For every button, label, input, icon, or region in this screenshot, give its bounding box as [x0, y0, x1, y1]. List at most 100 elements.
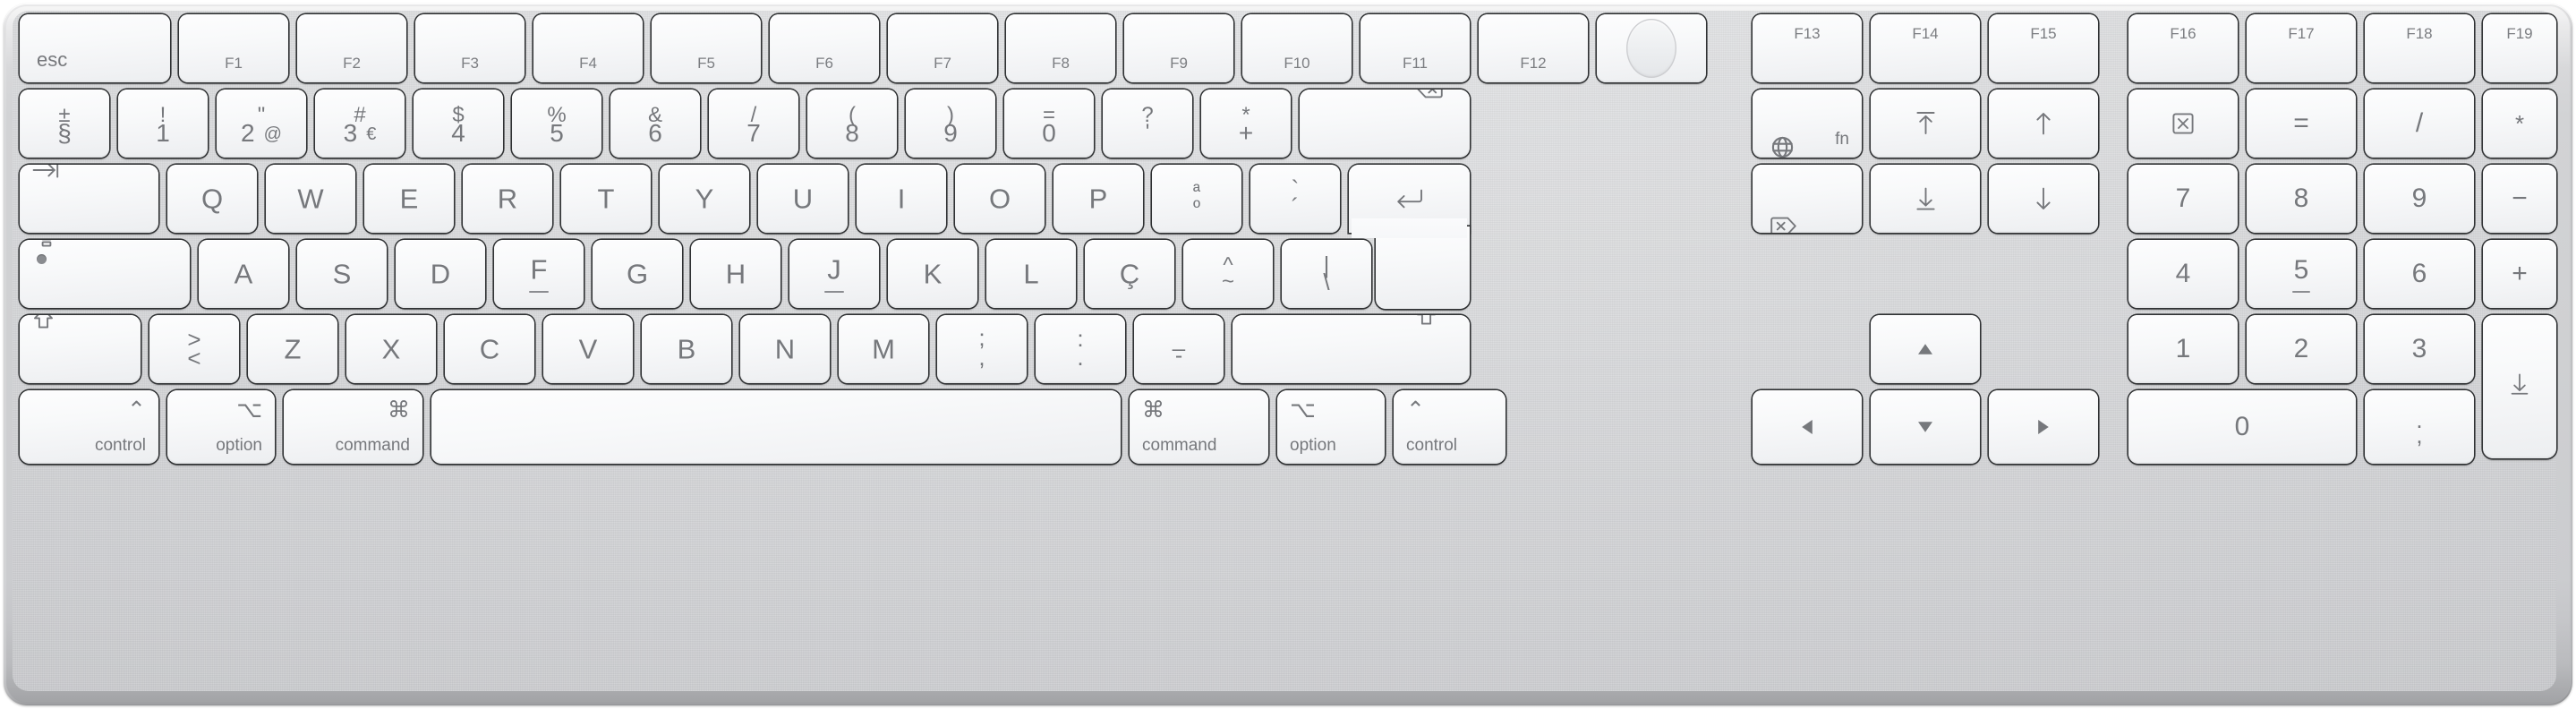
key-arrow-left[interactable]	[1753, 390, 1862, 464]
key-j[interactable]: J	[789, 240, 879, 308]
key-num-clear[interactable]	[2128, 90, 2238, 158]
key-return-bottom[interactable]	[1376, 226, 1470, 309]
key-num-enter[interactable]	[2483, 315, 2556, 458]
key-space[interactable]	[431, 390, 1121, 464]
key-num-6[interactable]: 6	[2365, 240, 2474, 308]
key-y[interactable]: Y	[660, 165, 749, 233]
key-h[interactable]: H	[691, 240, 780, 308]
key-f7[interactable]: F7	[888, 14, 997, 82]
key-fn-globe[interactable]: fn	[1753, 90, 1862, 158]
key-num-7[interactable]: 7	[2128, 165, 2238, 233]
key-num-divide[interactable]: /	[2365, 90, 2474, 158]
key-u[interactable]: U	[758, 165, 848, 233]
key-m[interactable]: M	[839, 315, 928, 383]
key-c[interactable]: C	[445, 315, 534, 383]
key-a[interactable]: A	[199, 240, 288, 308]
key-colon[interactable]: : .	[1036, 315, 1125, 383]
key-o[interactable]: O	[955, 165, 1045, 233]
key-f15[interactable]: F15	[1989, 14, 2098, 82]
key-question[interactable]: ? '	[1103, 90, 1192, 158]
key-control-right[interactable]: ⌃ control	[1394, 390, 1506, 464]
key-num-multiply[interactable]: *	[2483, 90, 2556, 158]
key-t[interactable]: T	[561, 165, 651, 233]
key-digit-3[interactable]: # 3 €	[315, 90, 405, 158]
key-arrow-right[interactable]	[1989, 390, 2098, 464]
key-grave-acute[interactable]: ` ´	[1250, 165, 1340, 233]
key-page-down[interactable]	[1989, 165, 2098, 233]
key-f1[interactable]: F1	[179, 14, 288, 82]
key-semicolon[interactable]: ; ,	[937, 315, 1027, 383]
key-delete[interactable]	[1300, 90, 1470, 158]
key-home[interactable]	[1871, 90, 1980, 158]
key-f5[interactable]: F5	[652, 14, 761, 82]
key-f14[interactable]: F14	[1871, 14, 1980, 82]
key-plus[interactable]: * +	[1201, 90, 1291, 158]
key-r[interactable]: R	[463, 165, 552, 233]
key-l[interactable]: L	[986, 240, 1076, 308]
key-f18[interactable]: F18	[2365, 14, 2474, 82]
key-f9[interactable]: F9	[1124, 14, 1233, 82]
key-f16[interactable]: F16	[2128, 14, 2238, 82]
key-digit-9[interactable]: ) 9	[906, 90, 995, 158]
key-s[interactable]: S	[297, 240, 387, 308]
key-k[interactable]: K	[888, 240, 977, 308]
key-f[interactable]: F	[494, 240, 584, 308]
key-num-minus[interactable]: −	[2483, 165, 2556, 233]
key-e[interactable]: E	[364, 165, 454, 233]
key-command-right[interactable]: ⌘ command	[1130, 390, 1268, 464]
key-g[interactable]: G	[593, 240, 682, 308]
key-num-5[interactable]: 5	[2247, 240, 2356, 308]
key-num-2[interactable]: 2	[2247, 315, 2356, 383]
key-num-9[interactable]: 9	[2365, 165, 2474, 233]
key-v[interactable]: V	[543, 315, 633, 383]
key-shift-left[interactable]	[20, 315, 141, 383]
key-underscore[interactable]: _ -	[1134, 315, 1224, 383]
key-section[interactable]: ± §	[20, 90, 109, 158]
key-num-3[interactable]: 3	[2365, 315, 2474, 383]
key-f10[interactable]: F10	[1242, 14, 1352, 82]
key-end[interactable]	[1871, 165, 1980, 233]
key-b[interactable]: B	[642, 315, 731, 383]
key-page-up[interactable]	[1989, 90, 2098, 158]
key-d[interactable]: D	[396, 240, 485, 308]
key-digit-6[interactable]: & 6	[610, 90, 700, 158]
key-i[interactable]: I	[857, 165, 946, 233]
key-option-right[interactable]: ⌥ option	[1277, 390, 1385, 464]
key-esc[interactable]: esc	[20, 14, 170, 82]
key-f11[interactable]: F11	[1361, 14, 1470, 82]
key-p[interactable]: P	[1053, 165, 1143, 233]
key-ordinal[interactable]: ª º	[1152, 165, 1241, 233]
key-f12[interactable]: F12	[1479, 14, 1588, 82]
key-f19[interactable]: F19	[2483, 14, 2556, 82]
key-caps-lock[interactable]	[20, 240, 190, 308]
key-num-0[interactable]: 0	[2128, 390, 2356, 464]
key-pipe-backslash[interactable]: | \	[1282, 240, 1371, 308]
key-digit-0[interactable]: = 0	[1004, 90, 1094, 158]
key-f13[interactable]: F13	[1753, 14, 1862, 82]
key-digit-7[interactable]: / 7	[709, 90, 798, 158]
key-num-4[interactable]: 4	[2128, 240, 2238, 308]
key-arrow-up[interactable]	[1871, 315, 1980, 383]
key-circumflex-tilde[interactable]: ^ ~	[1183, 240, 1273, 308]
key-num-8[interactable]: 8	[2247, 165, 2356, 233]
key-n[interactable]: N	[740, 315, 830, 383]
key-q[interactable]: Q	[167, 165, 257, 233]
key-digit-5[interactable]: % 5	[512, 90, 601, 158]
key-tab[interactable]	[20, 165, 158, 233]
key-num-1[interactable]: 1	[2128, 315, 2238, 383]
key-num-plus[interactable]: +	[2483, 240, 2556, 308]
key-command-left[interactable]: ⌘ command	[284, 390, 422, 464]
key-f2[interactable]: F2	[297, 14, 406, 82]
key-f4[interactable]: F4	[533, 14, 643, 82]
key-return-top[interactable]	[1349, 165, 1470, 233]
key-digit-2[interactable]: " 2 @	[217, 90, 306, 158]
key-shift-right[interactable]	[1233, 315, 1470, 383]
key-arrow-down[interactable]	[1871, 390, 1980, 464]
key-z[interactable]: Z	[248, 315, 337, 383]
key-touch-id[interactable]	[1597, 14, 1706, 82]
key-c-cedilla[interactable]: Ç	[1085, 240, 1174, 308]
key-digit-4[interactable]: $ 4	[414, 90, 503, 158]
key-f8[interactable]: F8	[1006, 14, 1115, 82]
key-digit-1[interactable]: ! 1	[118, 90, 208, 158]
key-num-decimal[interactable]: . ,	[2365, 390, 2474, 464]
